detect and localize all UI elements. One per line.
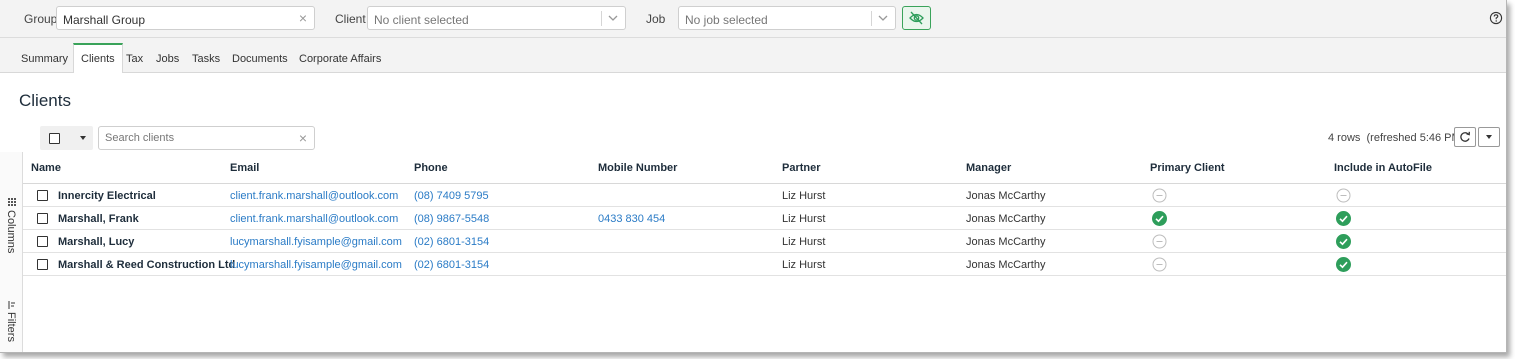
phone-link[interactable]: (02) 6801-3154: [414, 236, 489, 248]
select-all-checkbox[interactable]: [49, 133, 60, 144]
close-icon[interactable]: ×: [299, 130, 307, 146]
column-header-email[interactable]: Email: [230, 162, 259, 174]
divider: [871, 11, 872, 26]
chevron-down-icon[interactable]: [877, 12, 889, 24]
job-select[interactable]: No job selected: [678, 6, 896, 30]
manager-cell: Jonas McCarthy: [966, 213, 1046, 225]
column-header-primary-client[interactable]: Primary Client: [1150, 162, 1225, 174]
caret-down-icon[interactable]: [80, 136, 86, 140]
partner-cell: Liz Hurst: [782, 190, 826, 202]
group-field[interactable]: Marshall Group ×: [56, 6, 315, 30]
minus-circle-icon: [1336, 188, 1351, 203]
columns-panel-tab[interactable]: Columns: [5, 210, 17, 253]
table-row[interactable]: Marshall, Lucy lucymarshall.fyisample@gm…: [23, 230, 1506, 253]
client-label: Client: [335, 12, 366, 26]
column-header-manager[interactable]: Manager: [966, 162, 1011, 174]
search-field[interactable]: ×: [98, 126, 315, 150]
client-placeholder: No client selected: [374, 13, 469, 27]
email-link[interactable]: client.frank.marshall@outlook.com: [230, 190, 398, 202]
client-select[interactable]: No client selected: [367, 6, 626, 30]
row-checkbox[interactable]: [37, 259, 48, 270]
minus-circle-icon: [1152, 234, 1167, 249]
tab-corporate-affairs[interactable]: Corporate Affairs: [299, 53, 381, 65]
check-circle-icon: [1336, 234, 1351, 249]
caret-down-icon: [1486, 135, 1492, 139]
select-all-dropdown[interactable]: [40, 126, 93, 150]
client-name[interactable]: Marshall, Lucy: [58, 236, 134, 248]
phone-link[interactable]: (08) 9867-5548: [414, 213, 489, 225]
column-header-phone[interactable]: Phone: [414, 162, 448, 174]
phone-link[interactable]: (08) 7409 5795: [414, 190, 489, 202]
minus-circle-icon: [1152, 257, 1167, 272]
row-checkbox[interactable]: [37, 190, 48, 201]
group-label: Group: [24, 12, 58, 26]
rows-info: 4 rows (refreshed 5:46 PM): [1328, 132, 1465, 144]
search-input[interactable]: [105, 130, 290, 146]
filter-icon[interactable]: [7, 300, 17, 310]
manager-cell: Jonas McCarthy: [966, 236, 1046, 248]
email-link[interactable]: lucymarshall.fyisample@gmail.com: [230, 259, 402, 271]
client-name[interactable]: Marshall & Reed Construction Ltd: [58, 259, 235, 271]
manager-cell: Jonas McCarthy: [966, 259, 1046, 271]
email-link[interactable]: lucymarshall.fyisample@gmail.com: [230, 236, 402, 248]
filters-panel-tab[interactable]: Filters: [5, 312, 17, 342]
table-row[interactable]: Marshall, Frank client.frank.marshall@ou…: [23, 207, 1506, 230]
row-checkbox[interactable]: [37, 213, 48, 224]
side-panel: Columns Filters: [0, 152, 23, 352]
manager-cell: Jonas McCarthy: [966, 190, 1046, 202]
filter-bar: Group Marshall Group × Client No client …: [0, 0, 1506, 38]
client-name[interactable]: Marshall, Frank: [58, 213, 139, 225]
phone-link[interactable]: (02) 6801-3154: [414, 259, 489, 271]
toggle-visibility-button[interactable]: [902, 6, 931, 30]
column-header-mobile[interactable]: Mobile Number: [598, 162, 677, 174]
check-circle-icon: [1152, 211, 1167, 226]
page-title: Clients: [19, 91, 71, 110]
email-link[interactable]: client.frank.marshall@outlook.com: [230, 213, 398, 225]
column-header-partner[interactable]: Partner: [782, 162, 821, 174]
job-placeholder: No job selected: [685, 13, 768, 27]
grid-menu-button[interactable]: [1478, 127, 1500, 147]
tab-tax[interactable]: Tax: [126, 53, 143, 65]
close-icon[interactable]: ×: [299, 10, 307, 26]
check-circle-icon: [1336, 211, 1351, 226]
group-value: Marshall Group: [63, 13, 146, 27]
tab-bar: Summary Clients Tax Jobs Tasks Documents…: [0, 38, 1506, 73]
partner-cell: Liz Hurst: [782, 236, 826, 248]
app-window: Group Marshall Group × Client No client …: [0, 0, 1507, 353]
refresh-icon: [1460, 131, 1470, 142]
chevron-down-icon[interactable]: [607, 12, 619, 24]
partner-cell: Liz Hurst: [782, 259, 826, 271]
tab-documents[interactable]: Documents: [232, 53, 288, 65]
columns-grid-icon[interactable]: [7, 197, 17, 207]
column-header-include-in-autofile[interactable]: Include in AutoFile: [1334, 162, 1432, 174]
divider: [601, 11, 602, 26]
mobile-link[interactable]: 0433 830 454: [598, 213, 665, 225]
help-circle-icon[interactable]: [1489, 11, 1503, 25]
tab-tasks[interactable]: Tasks: [192, 53, 220, 65]
table-row[interactable]: Innercity Electrical client.frank.marsha…: [23, 184, 1506, 207]
refresh-button[interactable]: [1454, 127, 1476, 147]
row-checkbox[interactable]: [37, 236, 48, 247]
partner-cell: Liz Hurst: [782, 213, 826, 225]
check-circle-icon: [1336, 257, 1351, 272]
minus-circle-icon: [1152, 188, 1167, 203]
job-label: Job: [646, 12, 666, 26]
column-header-name[interactable]: Name: [31, 162, 61, 174]
tab-clients[interactable]: Clients: [73, 43, 123, 73]
table-row[interactable]: Marshall & Reed Construction Ltd lucymar…: [23, 253, 1506, 276]
tab-jobs[interactable]: Jobs: [156, 53, 179, 65]
tab-summary[interactable]: Summary: [21, 53, 68, 65]
eye-off-icon: [909, 11, 924, 25]
client-name[interactable]: Innercity Electrical: [58, 190, 156, 202]
